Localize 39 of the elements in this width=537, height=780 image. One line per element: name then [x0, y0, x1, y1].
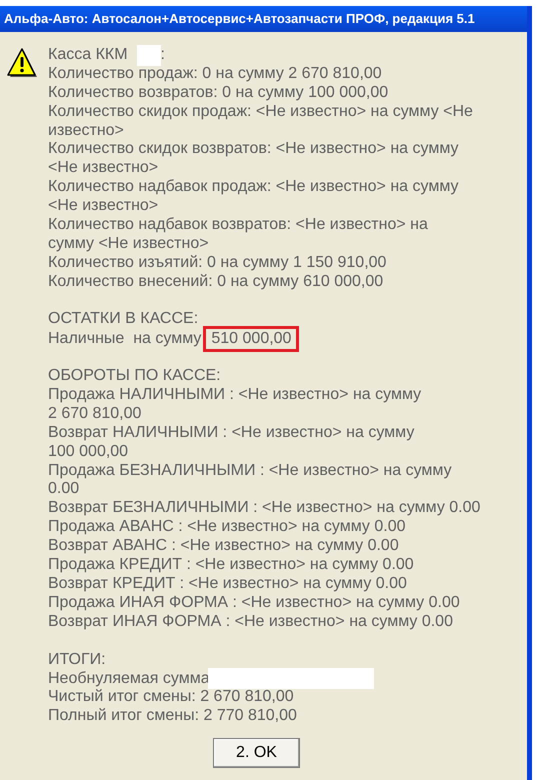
- message-line: Возврат КРЕДИТ : <Не известно> на сумму 0.00: [48, 574, 408, 594]
- window-title: Альфа-Авто: Автосалон+Автосервис+Автозапчасти ПРОФ, редакция 5.1: [0, 6, 527, 32]
- warning-icon: [6, 48, 38, 80]
- message-line: Количество продаж: 0 на сумму 2 670 810,00: [48, 64, 383, 84]
- message-line: ОБОРОТЫ ПО КАССЕ:: [48, 367, 222, 386]
- message-line: Количество возвратов: 0 на сумму 100 000,00: [48, 84, 390, 103]
- message-line: Наличные на сумму: [48, 328, 202, 349]
- message-line: Возврат БЕЗНАЛИЧНЫМИ : <Не известно> на сумму 0.00: [48, 499, 482, 518]
- message-line: 2 670 810,00: [48, 404, 142, 424]
- message-line: Возврат ИНАЯ ФОРМА : <Не известно> на сумму 0.00: [48, 612, 454, 632]
- message-line: Продажа КРЕДИТ : <Не известно> на сумму 0.00: [48, 556, 415, 575]
- message-line: Чистый итог смены: 2 670 810,00: [48, 688, 295, 708]
- message-line: <Не известно>: [48, 159, 160, 178]
- message-line: известно>: [48, 122, 125, 140]
- message-line: 0.00: [48, 480, 80, 500]
- message-line: Продажа АВАНС : <Не известно> на сумму 0.00: [48, 518, 407, 538]
- message-line: сумму <Не известно>: [48, 234, 210, 254]
- ok-button[interactable]: 2. OK: [213, 738, 300, 768]
- message-line: Возврат АВАНС : <Не известно> на сумму 0.00: [48, 537, 400, 556]
- message-line: Полный итог смены: 2 770 810,00: [48, 707, 298, 726]
- message-line: ОСТАТКИ В КАССЕ:: [48, 310, 200, 330]
- redaction-mark: [136, 44, 161, 66]
- highlighted-amount: 510 000,00: [203, 326, 300, 352]
- message-line: Касса ККМ: [48, 45, 128, 66]
- colon-text: :: [160, 45, 165, 66]
- message-line: 100 000,00: [48, 442, 130, 462]
- message-line: Количество надбавок продаж: <Не известно> на сумму: [48, 178, 460, 198]
- message-line: Количество надбавок возвратов: <Не известно> на: [48, 216, 429, 235]
- message-line: <Не известно>: [48, 197, 160, 216]
- message-line: Необнуляемая сумма: [48, 668, 210, 689]
- message-line: Продажа БЕЗНАЛИЧНЫМИ : <Не известно> на сумму: [48, 462, 453, 480]
- message-line: Количество скидок продаж: <Не известно> на сумму <Не: [48, 102, 474, 122]
- message-line: Продажа ИНАЯ ФОРМА : <Не известно> на сумму 0.00: [48, 594, 461, 613]
- message-line: Количество скидок возвратов: <Не известно> на сумму: [48, 140, 460, 160]
- message-line: Количество внесений: 0 на сумму 610 000,00: [48, 272, 384, 292]
- message-line: ИТОГИ:: [48, 650, 107, 670]
- message-line: Количество изъятий: 0 на сумму 1 150 910,00: [48, 254, 388, 273]
- message-line: Продажа НАЛИЧНЫМИ : <Не известно> на сумму: [48, 386, 422, 405]
- message-line: Возврат НАЛИЧНЫМИ : <Не известно> на сумму: [48, 424, 416, 443]
